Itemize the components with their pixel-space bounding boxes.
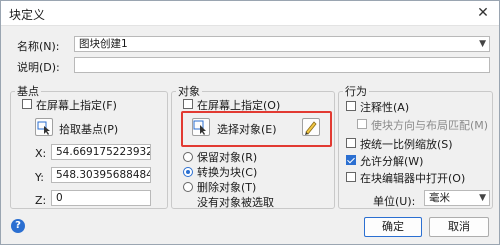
y-value: 548.3039568848477 <box>56 169 150 181</box>
basepoint-specify-checkbox[interactable] <box>22 99 32 109</box>
z-input[interactable]: 0 <box>51 190 151 206</box>
retain-radio[interactable] <box>183 152 193 162</box>
cursor-icon <box>37 121 50 135</box>
allow-explode-label: 允许分解(W) <box>360 155 424 168</box>
chevron-down-icon: ▼ <box>479 39 486 49</box>
unit-select[interactable]: 毫米 ▼ <box>424 190 490 206</box>
description-label: 说明(D): <box>17 61 60 74</box>
retain-label: 保留对象(R) <box>197 151 258 164</box>
block-definition-dialog: 块定义 ✕ 名称(N): 图块创建1 ▼ 说明(D): 基点 在屏幕上指定(F)… <box>0 0 500 245</box>
convert-label: 转换为块(C) <box>197 166 258 179</box>
z-label: Z: <box>35 194 47 207</box>
allow-explode-checkbox[interactable] <box>346 155 356 165</box>
delete-label: 删除对象(T) <box>197 181 257 194</box>
scale-uniformly-checkbox[interactable] <box>346 138 356 148</box>
ok-button[interactable]: 确定 <box>364 217 422 237</box>
name-label: 名称(N): <box>17 40 60 53</box>
name-combobox[interactable]: 图块创建1 ▼ <box>74 36 490 52</box>
basepoint-specify-label: 在屏幕上指定(F) <box>36 99 117 112</box>
z-value: 0 <box>56 192 63 204</box>
unit-label: 单位(U): <box>373 195 416 208</box>
objects-specify-checkbox[interactable] <box>183 99 193 109</box>
x-value: 54.66917522393243 <box>56 146 150 158</box>
open-in-editor-checkbox[interactable] <box>346 172 356 182</box>
help-icon[interactable]: ? <box>11 219 25 233</box>
convert-radio[interactable] <box>183 167 193 177</box>
y-label: Y: <box>35 171 44 184</box>
behavior-group-title: 行为 <box>343 83 369 99</box>
annotative-label: 注释性(A) <box>360 101 410 114</box>
name-value: 图块创建1 <box>79 38 128 50</box>
cancel-button[interactable]: 取消 <box>429 217 489 237</box>
pick-basepoint-label: 拾取基点(P) <box>59 123 119 136</box>
title-bar: 块定义 ✕ <box>1 1 499 26</box>
x-input[interactable]: 54.66917522393243 <box>51 144 151 160</box>
open-in-editor-label: 在块编辑器中打开(O) <box>360 172 466 185</box>
chevron-down-icon: ▼ <box>479 193 486 203</box>
delete-radio[interactable] <box>183 182 193 192</box>
pick-basepoint-button[interactable] <box>35 118 53 136</box>
x-label: X: <box>35 147 47 160</box>
selection-status: 没有对象被选取 <box>197 196 274 209</box>
unit-value: 毫米 <box>429 192 450 204</box>
close-icon[interactable]: ✕ <box>473 4 493 22</box>
match-orientation-label: 使块方向与布局匹配(M) <box>371 119 489 132</box>
match-orientation-checkbox[interactable] <box>357 119 367 129</box>
annotative-checkbox[interactable] <box>346 101 356 111</box>
dialog-title: 块定义 <box>9 8 46 22</box>
description-input[interactable] <box>74 57 490 73</box>
y-input[interactable]: 548.3039568848477 <box>51 167 151 183</box>
select-objects-highlight <box>181 111 332 147</box>
scale-uniformly-label: 按统一比例缩放(S) <box>360 138 453 151</box>
